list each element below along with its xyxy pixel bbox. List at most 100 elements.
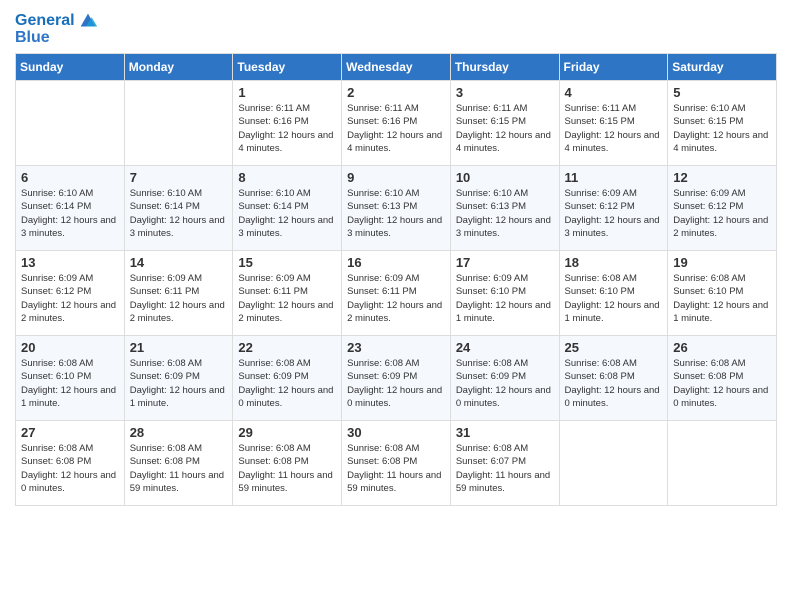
day-detail: Sunrise: 6:11 AM Sunset: 6:15 PM Dayligh… [456, 102, 554, 155]
calendar-cell: 25 Sunrise: 6:08 AM Sunset: 6:08 PM Dayli… [559, 336, 668, 421]
day-detail: Sunrise: 6:08 AM Sunset: 6:08 PM Dayligh… [347, 442, 445, 495]
day-number: 16 [347, 255, 445, 270]
day-number: 9 [347, 170, 445, 185]
day-number: 27 [21, 425, 119, 440]
day-number: 30 [347, 425, 445, 440]
calendar-cell: 10 Sunrise: 6:10 AM Sunset: 6:13 PM Dayli… [450, 166, 559, 251]
calendar-cell: 30 Sunrise: 6:08 AM Sunset: 6:08 PM Dayli… [342, 421, 451, 506]
day-detail: Sunrise: 6:09 AM Sunset: 6:11 PM Dayligh… [347, 272, 445, 325]
calendar-cell [124, 81, 233, 166]
calendar-cell: 11Sunrise: 6:09 AM Sunset: 6:12 PM Dayli… [559, 166, 668, 251]
day-detail: Sunrise: 6:08 AM Sunset: 6:09 PM Dayligh… [130, 357, 228, 410]
day-number: 25 [565, 340, 663, 355]
day-detail: Sunrise: 6:10 AM Sunset: 6:13 PM Dayligh… [456, 187, 554, 240]
day-number: 1 [238, 85, 336, 100]
day-detail: Sunrise: 6:08 AM Sunset: 6:10 PM Dayligh… [673, 272, 771, 325]
day-detail: Sunrise: 6:08 AM Sunset: 6:10 PM Dayligh… [565, 272, 663, 325]
day-detail: Sunrise: 6:08 AM Sunset: 6:09 PM Dayligh… [238, 357, 336, 410]
calendar-cell: 16 Sunrise: 6:09 AM Sunset: 6:11 PM Dayli… [342, 251, 451, 336]
day-detail: Sunrise: 6:08 AM Sunset: 6:08 PM Dayligh… [238, 442, 336, 495]
day-detail: Sunrise: 6:09 AM Sunset: 6:11 PM Dayligh… [130, 272, 228, 325]
calendar-cell: 31 Sunrise: 6:08 AM Sunset: 6:07 PM Dayli… [450, 421, 559, 506]
day-number: 14 [130, 255, 228, 270]
calendar-cell [16, 81, 125, 166]
calendar-cell: 22 Sunrise: 6:08 AM Sunset: 6:09 PM Dayli… [233, 336, 342, 421]
calendar-cell: 23 Sunrise: 6:08 AM Sunset: 6:09 PM Dayli… [342, 336, 451, 421]
day-number: 26 [673, 340, 771, 355]
day-detail: Sunrise: 6:11 AM Sunset: 6:15 PM Dayligh… [565, 102, 663, 155]
calendar-cell: 6 Sunrise: 6:10 AM Sunset: 6:14 PM Daylig… [16, 166, 125, 251]
day-number: 3 [456, 85, 554, 100]
calendar-cell: 14 Sunrise: 6:09 AM Sunset: 6:11 PM Dayli… [124, 251, 233, 336]
day-detail: Sunrise: 6:08 AM Sunset: 6:07 PM Dayligh… [456, 442, 554, 495]
day-number: 22 [238, 340, 336, 355]
page: General Blue SundayMondayTuesdayWednesda… [0, 0, 792, 612]
calendar-cell: 2Sunrise: 6:11 AM Sunset: 6:16 PM Daylig… [342, 81, 451, 166]
day-detail: Sunrise: 6:10 AM Sunset: 6:14 PM Dayligh… [21, 187, 119, 240]
logo: General Blue [15, 10, 99, 47]
logo-icon [77, 10, 99, 32]
day-number: 31 [456, 425, 554, 440]
weekday-monday: Monday [124, 54, 233, 81]
calendar-cell: 15 Sunrise: 6:09 AM Sunset: 6:11 PM Dayli… [233, 251, 342, 336]
calendar-cell: 7Sunrise: 6:10 AM Sunset: 6:14 PM Daylig… [124, 166, 233, 251]
day-number: 10 [456, 170, 554, 185]
day-number: 20 [21, 340, 119, 355]
day-number: 28 [130, 425, 228, 440]
day-detail: Sunrise: 6:08 AM Sunset: 6:09 PM Dayligh… [456, 357, 554, 410]
calendar-cell: 26 Sunrise: 6:08 AM Sunset: 6:08 PM Dayli… [668, 336, 777, 421]
day-number: 29 [238, 425, 336, 440]
calendar-cell: 4 Sunrise: 6:11 AM Sunset: 6:15 PM Daylig… [559, 81, 668, 166]
calendar-cell [559, 421, 668, 506]
calendar-cell: 5Sunrise: 6:10 AM Sunset: 6:15 PM Daylig… [668, 81, 777, 166]
day-number: 4 [565, 85, 663, 100]
day-detail: Sunrise: 6:09 AM Sunset: 6:12 PM Dayligh… [673, 187, 771, 240]
weekday-thursday: Thursday [450, 54, 559, 81]
day-number: 23 [347, 340, 445, 355]
weekday-friday: Friday [559, 54, 668, 81]
day-detail: Sunrise: 6:09 AM Sunset: 6:12 PM Dayligh… [21, 272, 119, 325]
day-detail: Sunrise: 6:10 AM Sunset: 6:13 PM Dayligh… [347, 187, 445, 240]
calendar-cell: 20 Sunrise: 6:08 AM Sunset: 6:10 PM Dayli… [16, 336, 125, 421]
calendar-cell [668, 421, 777, 506]
day-number: 12 [673, 170, 771, 185]
day-number: 24 [456, 340, 554, 355]
calendar-week-2: 6 Sunrise: 6:10 AM Sunset: 6:14 PM Daylig… [16, 166, 777, 251]
day-number: 8 [238, 170, 336, 185]
calendar-cell: 18 Sunrise: 6:08 AM Sunset: 6:10 PM Dayli… [559, 251, 668, 336]
calendar-table: SundayMondayTuesdayWednesdayThursdayFrid… [15, 53, 777, 506]
day-number: 18 [565, 255, 663, 270]
calendar-cell: 17 Sunrise: 6:09 AM Sunset: 6:10 PM Dayli… [450, 251, 559, 336]
day-detail: Sunrise: 6:08 AM Sunset: 6:08 PM Dayligh… [130, 442, 228, 495]
day-number: 6 [21, 170, 119, 185]
day-detail: Sunrise: 6:10 AM Sunset: 6:14 PM Dayligh… [238, 187, 336, 240]
calendar-cell: 1 Sunrise: 6:11 AM Sunset: 6:16 PM Daylig… [233, 81, 342, 166]
day-detail: Sunrise: 6:10 AM Sunset: 6:14 PM Dayligh… [130, 187, 228, 240]
day-detail: Sunrise: 6:08 AM Sunset: 6:08 PM Dayligh… [565, 357, 663, 410]
day-detail: Sunrise: 6:08 AM Sunset: 6:10 PM Dayligh… [21, 357, 119, 410]
weekday-header-row: SundayMondayTuesdayWednesdayThursdayFrid… [16, 54, 777, 81]
day-detail: Sunrise: 6:08 AM Sunset: 6:09 PM Dayligh… [347, 357, 445, 410]
weekday-saturday: Saturday [668, 54, 777, 81]
day-number: 5 [673, 85, 771, 100]
day-detail: Sunrise: 6:09 AM Sunset: 6:10 PM Dayligh… [456, 272, 554, 325]
calendar-cell: 28 Sunrise: 6:08 AM Sunset: 6:08 PM Dayli… [124, 421, 233, 506]
calendar-cell: 12 Sunrise: 6:09 AM Sunset: 6:12 PM Dayli… [668, 166, 777, 251]
day-detail: Sunrise: 6:08 AM Sunset: 6:08 PM Dayligh… [21, 442, 119, 495]
day-number: 21 [130, 340, 228, 355]
day-number: 2 [347, 85, 445, 100]
calendar-cell: 8 Sunrise: 6:10 AM Sunset: 6:14 PM Daylig… [233, 166, 342, 251]
day-detail: Sunrise: 6:08 AM Sunset: 6:08 PM Dayligh… [673, 357, 771, 410]
day-number: 11 [565, 170, 663, 185]
day-number: 13 [21, 255, 119, 270]
day-detail: Sunrise: 6:09 AM Sunset: 6:11 PM Dayligh… [238, 272, 336, 325]
day-detail: Sunrise: 6:11 AM Sunset: 6:16 PM Dayligh… [238, 102, 336, 155]
calendar-week-1: 1 Sunrise: 6:11 AM Sunset: 6:16 PM Daylig… [16, 81, 777, 166]
calendar-week-5: 27 Sunrise: 6:08 AM Sunset: 6:08 PM Dayli… [16, 421, 777, 506]
calendar-cell: 3 Sunrise: 6:11 AM Sunset: 6:15 PM Daylig… [450, 81, 559, 166]
day-number: 19 [673, 255, 771, 270]
calendar-week-3: 13 Sunrise: 6:09 AM Sunset: 6:12 PM Dayli… [16, 251, 777, 336]
day-number: 15 [238, 255, 336, 270]
day-number: 17 [456, 255, 554, 270]
logo-text2: Blue [15, 28, 50, 47]
